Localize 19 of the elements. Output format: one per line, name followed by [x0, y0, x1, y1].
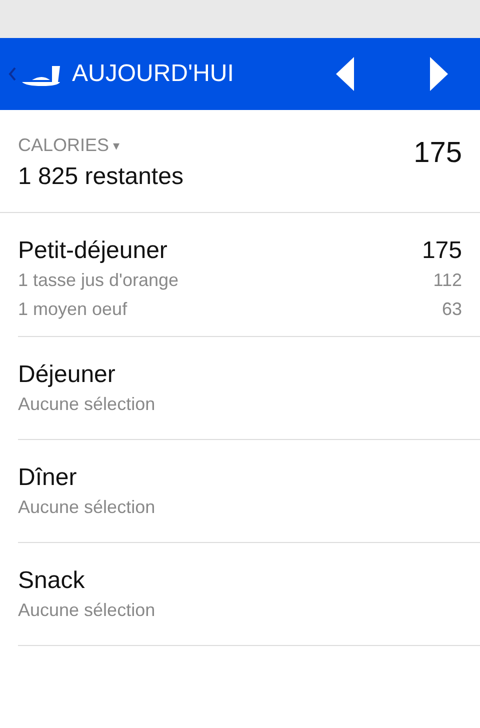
food-calories: 112 [433, 269, 462, 292]
next-day-icon[interactable] [428, 57, 448, 91]
meal-name[interactable]: Snack [18, 566, 85, 596]
food-calories: 63 [442, 298, 462, 321]
empty-meal-text: Aucune sélection [18, 496, 156, 519]
screen-title: AUJOURD'HUI [72, 59, 234, 89]
calories-label[interactable]: CALORIES [18, 132, 110, 159]
calories-total: 175 [414, 136, 462, 171]
food-item[interactable]: 1 tasse jus d'orange [18, 266, 179, 295]
calories-remaining: 1 825 restantes [18, 162, 184, 192]
meal-name[interactable]: Déjeuner [18, 360, 116, 390]
food-item[interactable]: 1 moyen oeuf [18, 295, 128, 324]
meal-name[interactable]: Petit-déjeuner [18, 236, 168, 266]
meal-name[interactable]: Dîner [18, 463, 77, 493]
dropdown-caret[interactable]: ▾ [113, 136, 120, 156]
empty-meal-text: Aucune sélection [18, 393, 156, 416]
meal-calories: 175 [422, 236, 462, 266]
previous-day-icon[interactable] [336, 57, 356, 91]
empty-meal-text: Aucune sélection [18, 599, 156, 622]
